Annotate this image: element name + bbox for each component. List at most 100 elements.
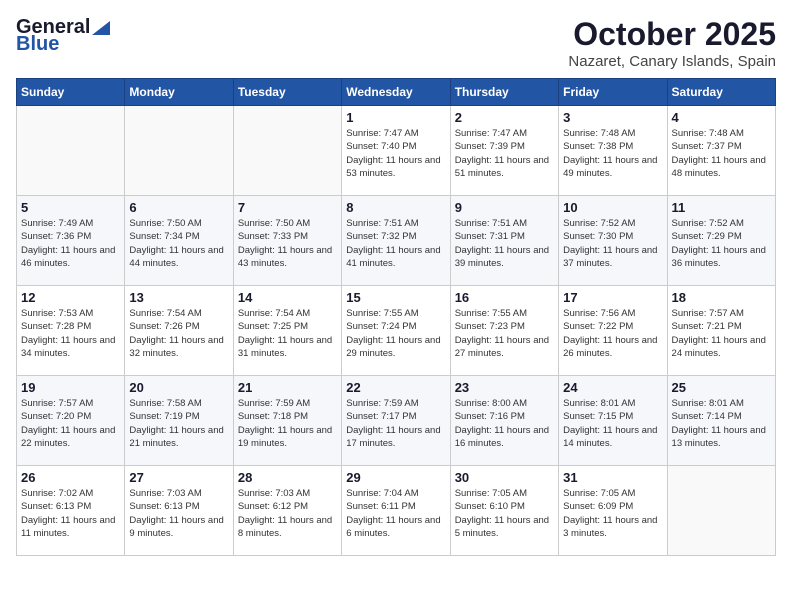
weekday-header-thursday: Thursday — [450, 79, 558, 106]
page-header: General Blue October 2025 Nazaret, Canar… — [16, 16, 776, 70]
day-info: Sunrise: 7:03 AMSunset: 6:13 PMDaylight:… — [129, 487, 228, 540]
day-number: 29 — [346, 470, 445, 485]
calendar-cell: 25 Sunrise: 8:01 AMSunset: 7:14 PMDayligh… — [667, 376, 775, 466]
day-info: Sunrise: 7:50 AMSunset: 7:34 PMDaylight:… — [129, 217, 228, 270]
day-number: 31 — [563, 470, 662, 485]
day-info: Sunrise: 7:48 AMSunset: 7:37 PMDaylight:… — [672, 127, 771, 180]
day-info: Sunrise: 7:52 AMSunset: 7:29 PMDaylight:… — [672, 217, 771, 270]
day-number: 21 — [238, 380, 337, 395]
calendar-week-2: 5Sunrise: 7:49 AMSunset: 7:36 PMDaylight… — [17, 196, 776, 286]
calendar-cell: 1 Sunrise: 7:47 AMSunset: 7:40 PMDaylight… — [342, 106, 450, 196]
day-number: 5 — [21, 200, 120, 215]
calendar-cell — [667, 466, 775, 556]
day-info: Sunrise: 7:03 AMSunset: 6:12 PMDaylight:… — [238, 487, 337, 540]
calendar-header: SundayMondayTuesdayWednesdayThursdayFrid… — [17, 79, 776, 106]
day-info: Sunrise: 8:01 AMSunset: 7:14 PMDaylight:… — [672, 397, 771, 450]
weekday-header-monday: Monday — [125, 79, 233, 106]
weekday-header-tuesday: Tuesday — [233, 79, 341, 106]
day-info: Sunrise: 7:54 AMSunset: 7:26 PMDaylight:… — [129, 307, 228, 360]
day-info: Sunrise: 7:47 AMSunset: 7:39 PMDaylight:… — [455, 127, 554, 180]
day-info: Sunrise: 7:50 AMSunset: 7:33 PMDaylight:… — [238, 217, 337, 270]
day-info: Sunrise: 7:56 AMSunset: 7:22 PMDaylight:… — [563, 307, 662, 360]
calendar-cell: 17 Sunrise: 7:56 AMSunset: 7:22 PMDayligh… — [559, 286, 667, 376]
day-number: 18 — [672, 290, 771, 305]
calendar-week-1: 1 Sunrise: 7:47 AMSunset: 7:40 PMDaylight… — [17, 106, 776, 196]
day-number: 2 — [455, 110, 554, 125]
day-number: 9 — [455, 200, 554, 215]
calendar-cell: 31Sunrise: 7:05 AMSunset: 6:09 PMDayligh… — [559, 466, 667, 556]
logo: General Blue — [16, 16, 110, 56]
day-number: 24 — [563, 380, 662, 395]
weekday-header-friday: Friday — [559, 79, 667, 106]
calendar-cell: 23Sunrise: 8:00 AMSunset: 7:16 PMDayligh… — [450, 376, 558, 466]
calendar-cell: 4Sunrise: 7:48 AMSunset: 7:37 PMDaylight… — [667, 106, 775, 196]
day-number: 22 — [346, 380, 445, 395]
day-number: 26 — [21, 470, 120, 485]
day-number: 1 — [346, 110, 445, 125]
day-info: Sunrise: 7:57 AMSunset: 7:21 PMDaylight:… — [672, 307, 771, 360]
calendar-cell: 26 Sunrise: 7:02 AMSunset: 6:13 PMDayligh… — [17, 466, 125, 556]
day-number: 27 — [129, 470, 228, 485]
calendar-cell: 12Sunrise: 7:53 AMSunset: 7:28 PMDayligh… — [17, 286, 125, 376]
day-number: 12 — [21, 290, 120, 305]
day-info: Sunrise: 7:59 AMSunset: 7:17 PMDaylight:… — [346, 397, 445, 450]
day-info: Sunrise: 7:51 AMSunset: 7:31 PMDaylight:… — [455, 217, 554, 270]
day-info: Sunrise: 7:04 AMSunset: 6:11 PMDaylight:… — [346, 487, 445, 540]
calendar-cell: 10 Sunrise: 7:52 AMSunset: 7:30 PMDayligh… — [559, 196, 667, 286]
calendar-cell: 30 Sunrise: 7:05 AMSunset: 6:10 PMDayligh… — [450, 466, 558, 556]
calendar-cell: 14Sunrise: 7:54 AMSunset: 7:25 PMDayligh… — [233, 286, 341, 376]
calendar-body: 1 Sunrise: 7:47 AMSunset: 7:40 PMDaylight… — [17, 106, 776, 556]
day-number: 7 — [238, 200, 337, 215]
calendar-cell: 2 Sunrise: 7:47 AMSunset: 7:39 PMDaylight… — [450, 106, 558, 196]
calendar-cell — [233, 106, 341, 196]
day-info: Sunrise: 7:59 AMSunset: 7:18 PMDaylight:… — [238, 397, 337, 450]
month-title: October 2025 — [568, 16, 776, 53]
day-number: 10 — [563, 200, 662, 215]
day-info: Sunrise: 7:57 AMSunset: 7:20 PMDaylight:… — [21, 397, 120, 450]
day-number: 15 — [346, 290, 445, 305]
weekday-row: SundayMondayTuesdayWednesdayThursdayFrid… — [17, 79, 776, 106]
day-number: 3 — [563, 110, 662, 125]
day-info: Sunrise: 7:55 AMSunset: 7:24 PMDaylight:… — [346, 307, 445, 360]
calendar-week-4: 19 Sunrise: 7:57 AMSunset: 7:20 PMDayligh… — [17, 376, 776, 466]
day-number: 19 — [21, 380, 120, 395]
day-number: 8 — [346, 200, 445, 215]
calendar-cell: 11 Sunrise: 7:52 AMSunset: 7:29 PMDayligh… — [667, 196, 775, 286]
calendar-cell: 24Sunrise: 8:01 AMSunset: 7:15 PMDayligh… — [559, 376, 667, 466]
day-info: Sunrise: 7:58 AMSunset: 7:19 PMDaylight:… — [129, 397, 228, 450]
day-number: 16 — [455, 290, 554, 305]
day-info: Sunrise: 7:55 AMSunset: 7:23 PMDaylight:… — [455, 307, 554, 360]
calendar-cell: 22 Sunrise: 7:59 AMSunset: 7:17 PMDayligh… — [342, 376, 450, 466]
calendar-cell: 20 Sunrise: 7:58 AMSunset: 7:19 PMDayligh… — [125, 376, 233, 466]
calendar-week-5: 26 Sunrise: 7:02 AMSunset: 6:13 PMDayligh… — [17, 466, 776, 556]
day-info: Sunrise: 7:05 AMSunset: 6:10 PMDaylight:… — [455, 487, 554, 540]
calendar-cell: 21 Sunrise: 7:59 AMSunset: 7:18 PMDayligh… — [233, 376, 341, 466]
day-number: 13 — [129, 290, 228, 305]
location-subtitle: Nazaret, Canary Islands, Spain — [568, 53, 776, 70]
calendar-cell: 8Sunrise: 7:51 AMSunset: 7:32 PMDaylight… — [342, 196, 450, 286]
logo-icon — [92, 17, 110, 35]
title-block: October 2025 Nazaret, Canary Islands, Sp… — [568, 16, 776, 70]
calendar-cell: 18 Sunrise: 7:57 AMSunset: 7:21 PMDayligh… — [667, 286, 775, 376]
calendar-cell: 13 Sunrise: 7:54 AMSunset: 7:26 PMDayligh… — [125, 286, 233, 376]
calendar-cell: 15 Sunrise: 7:55 AMSunset: 7:24 PMDayligh… — [342, 286, 450, 376]
day-number: 11 — [672, 200, 771, 215]
day-number: 20 — [129, 380, 228, 395]
day-info: Sunrise: 7:02 AMSunset: 6:13 PMDaylight:… — [21, 487, 120, 540]
calendar-cell: 9 Sunrise: 7:51 AMSunset: 7:31 PMDaylight… — [450, 196, 558, 286]
day-number: 6 — [129, 200, 228, 215]
day-info: Sunrise: 7:47 AMSunset: 7:40 PMDaylight:… — [346, 127, 445, 180]
day-number: 25 — [672, 380, 771, 395]
weekday-header-wednesday: Wednesday — [342, 79, 450, 106]
calendar-table: SundayMondayTuesdayWednesdayThursdayFrid… — [16, 78, 776, 556]
calendar-cell: 6 Sunrise: 7:50 AMSunset: 7:34 PMDaylight… — [125, 196, 233, 286]
calendar-cell: 19 Sunrise: 7:57 AMSunset: 7:20 PMDayligh… — [17, 376, 125, 466]
day-number: 17 — [563, 290, 662, 305]
weekday-header-sunday: Sunday — [17, 79, 125, 106]
day-number: 14 — [238, 290, 337, 305]
calendar-cell: 7 Sunrise: 7:50 AMSunset: 7:33 PMDaylight… — [233, 196, 341, 286]
calendar-cell: 28Sunrise: 7:03 AMSunset: 6:12 PMDayligh… — [233, 466, 341, 556]
day-number: 30 — [455, 470, 554, 485]
calendar-cell — [125, 106, 233, 196]
day-info: Sunrise: 7:52 AMSunset: 7:30 PMDaylight:… — [563, 217, 662, 270]
